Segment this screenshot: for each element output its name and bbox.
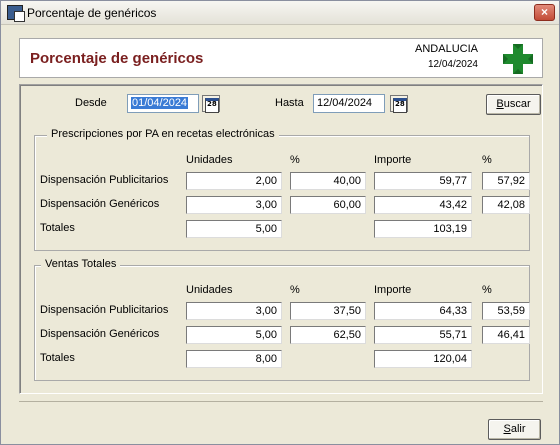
ventas-genericos-importe-pct[interactable]: 46,41 (482, 326, 530, 344)
prescripciones-col-pct1: % (290, 154, 300, 166)
header-date: 12/04/2024 (427, 59, 478, 70)
ventas-genericos-unidades[interactable]: 5,00 (186, 326, 282, 344)
prescripciones-genericos-pct[interactable]: 60,00 (290, 196, 366, 214)
salir-button[interactable]: Salir (488, 419, 541, 440)
row-label: Dispensación Publicitarios (40, 174, 169, 186)
desde-calendar-icon[interactable]: 28 (202, 95, 220, 113)
prescripciones-totales-importe[interactable]: 103,19 (374, 220, 472, 238)
window-title: Porcentaje de genéricos (27, 6, 157, 20)
region-label: ANDALUCIA (415, 43, 478, 55)
close-button[interactable]: × (534, 4, 555, 21)
prescripciones-genericos-unidades[interactable]: 3,00 (186, 196, 282, 214)
ventas-publicitarios-unidades[interactable]: 3,00 (186, 302, 282, 320)
row-label: Totales (40, 352, 75, 364)
ventas-col-importe: Importe (374, 284, 412, 296)
row-label: Dispensación Genéricos (40, 328, 160, 340)
buscar-button[interactable]: Buscar (486, 94, 541, 115)
row-label: Dispensación Publicitarios (40, 304, 169, 316)
dialog-window: Porcentaje de genéricos × Porcentaje de … (0, 0, 560, 445)
title-bar: Porcentaje de genéricos × (1, 1, 559, 25)
ventas-publicitarios-importe[interactable]: 64,33 (374, 302, 472, 320)
row-label: Totales (40, 222, 75, 234)
ventas-totales-unidades[interactable]: 8,00 (186, 350, 282, 368)
header-panel: Porcentaje de genéricos ANDALUCIA 12/04/… (19, 38, 543, 78)
hasta-date-input[interactable]: 12/04/2024 (313, 94, 385, 113)
app-window-icon (7, 5, 25, 22)
prescripciones-genericos-importe-pct[interactable]: 42,08 (482, 196, 530, 214)
prescripciones-genericos-importe[interactable]: 43,42 (374, 196, 472, 214)
prescripciones-publicitarios-importe-pct[interactable]: 57,92 (482, 172, 530, 190)
prescripciones-publicitarios-unidades[interactable]: 2,00 (186, 172, 282, 190)
prescripciones-legend: Prescripciones por PA en recetas electró… (47, 128, 279, 140)
row-label: Dispensación Genéricos (40, 198, 160, 210)
ventas-col-unidades: Unidades (186, 284, 233, 296)
ventas-publicitarios-importe-pct[interactable]: 53,59 (482, 302, 530, 320)
prescripciones-publicitarios-pct[interactable]: 40,00 (290, 172, 366, 190)
prescripciones-totales-unidades[interactable]: 5,00 (186, 220, 282, 238)
ventas-col-pct2: % (482, 284, 492, 296)
desde-label: Desde (75, 97, 107, 109)
ventas-publicitarios-pct[interactable]: 37,50 (290, 302, 366, 320)
ventas-genericos-importe[interactable]: 55,71 (374, 326, 472, 344)
ventas-col-pct1: % (290, 284, 300, 296)
prescripciones-col-unidades: Unidades (186, 154, 233, 166)
footer-divider (19, 401, 543, 402)
page-title: Porcentaje de genéricos (30, 50, 204, 67)
ventas-totales-importe[interactable]: 120,04 (374, 350, 472, 368)
prescripciones-col-pct2: % (482, 154, 492, 166)
main-panel: Desde 01/04/2024 28 Hasta 12/04/2024 28 … (19, 84, 543, 394)
desde-date-input[interactable]: 01/04/2024 (127, 94, 199, 113)
pharmacy-cross-icon (503, 44, 533, 74)
hasta-calendar-icon[interactable]: 28 (390, 95, 408, 113)
prescripciones-publicitarios-importe[interactable]: 59,77 (374, 172, 472, 190)
hasta-label: Hasta (275, 97, 304, 109)
ventas-legend: Ventas Totales (41, 258, 121, 270)
prescripciones-col-importe: Importe (374, 154, 412, 166)
ventas-genericos-pct[interactable]: 62,50 (290, 326, 366, 344)
